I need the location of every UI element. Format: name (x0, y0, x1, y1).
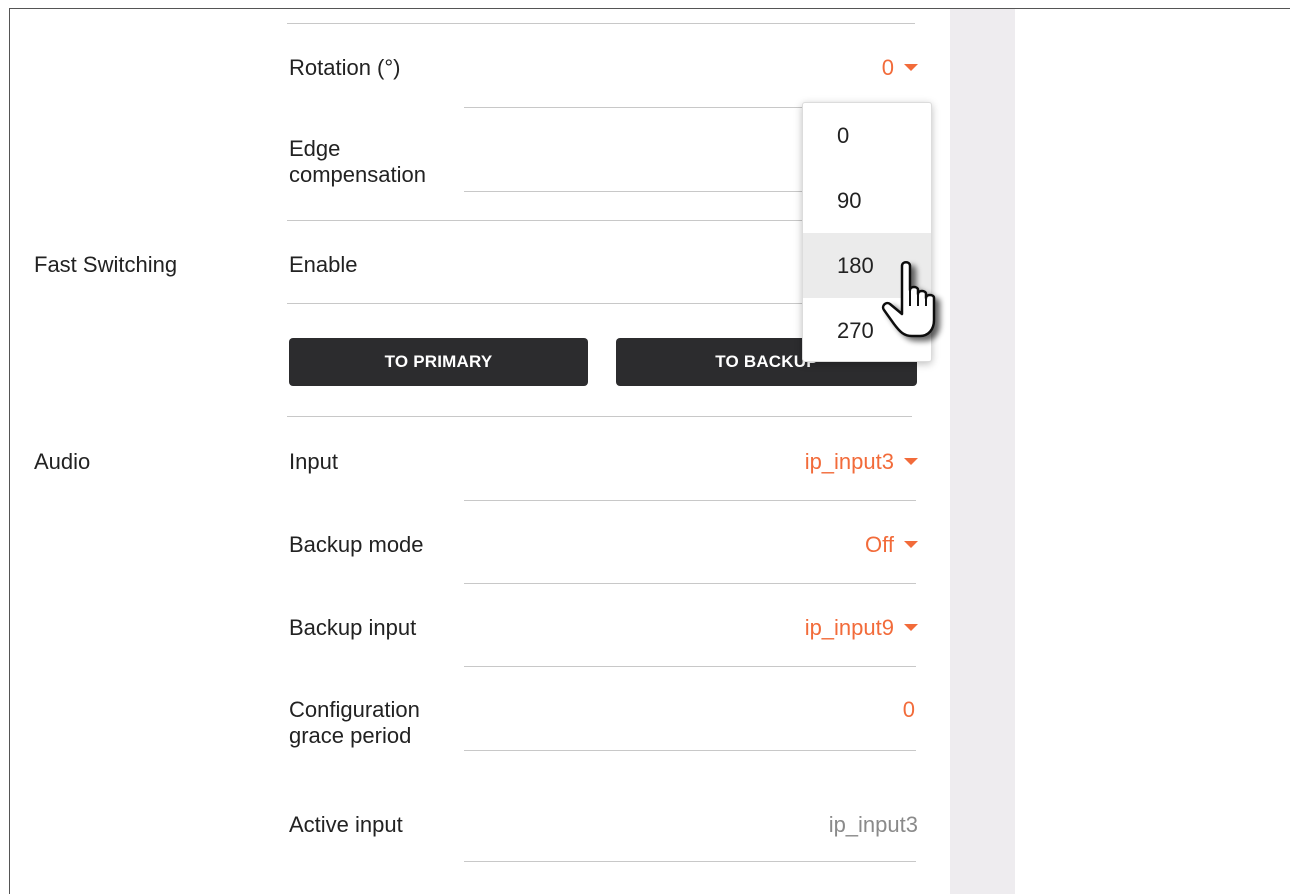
divider (464, 861, 916, 862)
hand-pointer-cursor-icon (881, 261, 936, 338)
chevron-down-icon (904, 540, 918, 548)
divider (464, 500, 916, 501)
section-audio: Audio (34, 449, 91, 474)
section-fast-switching: Fast Switching (34, 252, 178, 277)
backup-mode-value: Off (865, 532, 894, 557)
chevron-down-icon (904, 63, 918, 71)
divider (287, 23, 915, 24)
panel-frame (9, 8, 1290, 894)
dropdown-option-0[interactable]: 0 (803, 103, 931, 168)
enable-label: Enable (289, 252, 358, 277)
right-gutter (950, 9, 1015, 894)
divider (287, 416, 912, 417)
divider (464, 750, 916, 751)
active-input-value: ip_input3 (828, 812, 918, 837)
to-primary-button[interactable]: TO PRIMARY (289, 338, 588, 386)
backup-input-value: ip_input9 (804, 615, 894, 640)
input-select[interactable]: ip_input3 (700, 449, 918, 475)
chevron-down-icon (904, 623, 918, 631)
divider (464, 583, 916, 584)
grace-period-label: Configuration grace period (289, 697, 420, 748)
rotation-value: 0 (881, 55, 894, 80)
input-label: Input (289, 449, 338, 474)
divider (464, 666, 916, 667)
chevron-down-icon (904, 457, 918, 465)
backup-input-label: Backup input (289, 615, 417, 640)
dropdown-option-90[interactable]: 90 (803, 168, 931, 233)
rotation-select[interactable]: 0 (700, 55, 918, 81)
rotation-label: Rotation (°) (289, 55, 401, 80)
backup-mode-select[interactable]: Off (700, 532, 918, 558)
active-input-label: Active input (289, 812, 403, 837)
backup-input-select[interactable]: ip_input9 (700, 615, 918, 641)
backup-mode-label: Backup mode (289, 532, 424, 557)
input-value: ip_input3 (804, 449, 894, 474)
grace-period-input[interactable]: 0 (800, 697, 915, 723)
edge-compensation-label: Edge compensation (289, 136, 426, 187)
